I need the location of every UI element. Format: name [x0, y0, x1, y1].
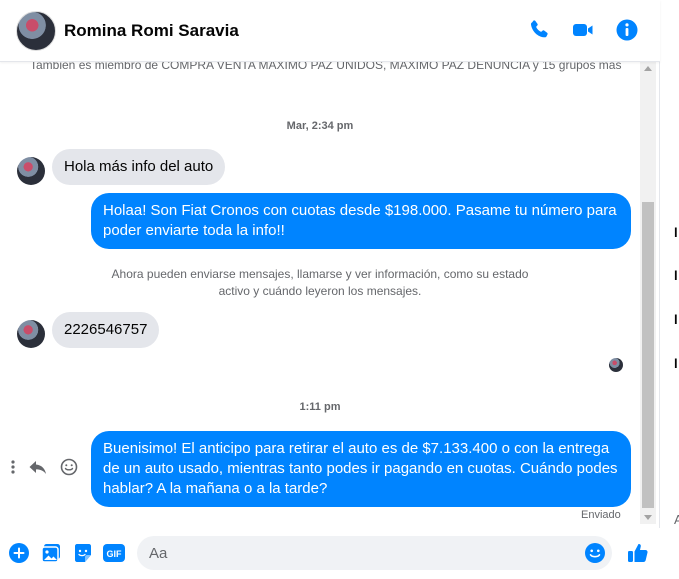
incoming-message[interactable]: 2226546757 [52, 312, 160, 348]
group-membership-note: También es miembro de COMPRA VENTA MAXIM… [30, 62, 622, 72]
message-scrollbar[interactable] [640, 62, 656, 524]
emoji-icon[interactable] [584, 542, 606, 564]
outgoing-message[interactable]: Holaa! Son Fiat Cronos con cuotas desde … [91, 193, 631, 249]
message-composer: GIF [0, 528, 660, 579]
timestamp: 1:11 pm [299, 401, 341, 413]
more-options-icon[interactable] [10, 459, 16, 475]
incoming-message[interactable]: Hola más info del auto [52, 149, 226, 185]
contact-avatar-small[interactable] [17, 157, 45, 185]
contact-name[interactable]: Romina Romi Saravia [64, 21, 239, 41]
message-status: Enviado [581, 509, 621, 521]
side-panel-edge: l l l l A [660, 0, 679, 579]
thumbs-up-icon[interactable] [626, 541, 650, 565]
side-panel-text: l [674, 225, 678, 240]
info-line: Ahora pueden enviarse mensajes, llamarse… [111, 267, 529, 281]
scroll-up-arrow-icon[interactable] [644, 66, 652, 71]
outgoing-message[interactable]: Buenisimo! El anticipo para retirar el a… [91, 431, 631, 507]
side-panel-text: l [674, 312, 678, 327]
side-panel-text: l [674, 356, 678, 371]
plus-icon[interactable] [8, 542, 30, 564]
message-actions [10, 458, 78, 476]
sticker-icon[interactable] [72, 542, 94, 564]
scroll-down-arrow-icon[interactable] [644, 515, 652, 520]
side-panel-text: l [674, 268, 678, 283]
message-list[interactable]: También es miembro de COMPRA VENTA MAXIM… [0, 62, 640, 524]
video-camera-icon[interactable] [571, 18, 595, 42]
phone-icon[interactable] [527, 18, 551, 42]
message-input[interactable] [149, 543, 569, 563]
gif-icon[interactable]: GIF [103, 542, 125, 564]
info-line: activo y cuándo leyeron los mensajes. [218, 284, 422, 298]
image-icon[interactable] [40, 542, 62, 564]
message-input-box[interactable] [137, 536, 612, 570]
info-icon[interactable] [615, 18, 639, 42]
chat-header: Romina Romi Saravia [0, 0, 660, 62]
gif-label: GIF [107, 549, 123, 559]
contact-avatar-small[interactable] [17, 320, 45, 348]
chat-window: Romina Romi Saravia También es miembro d… [0, 0, 660, 579]
timestamp: Mar, 2:34 pm [286, 120, 354, 132]
contact-avatar[interactable] [16, 11, 56, 51]
react-emoji-icon[interactable] [60, 458, 78, 476]
seen-indicator-avatar [609, 358, 623, 372]
reply-icon[interactable] [28, 459, 48, 475]
side-panel-text: A [674, 512, 679, 527]
connection-info: Ahora pueden enviarse mensajes, llamarse… [100, 266, 540, 300]
scrollbar-thumb[interactable] [642, 202, 654, 508]
